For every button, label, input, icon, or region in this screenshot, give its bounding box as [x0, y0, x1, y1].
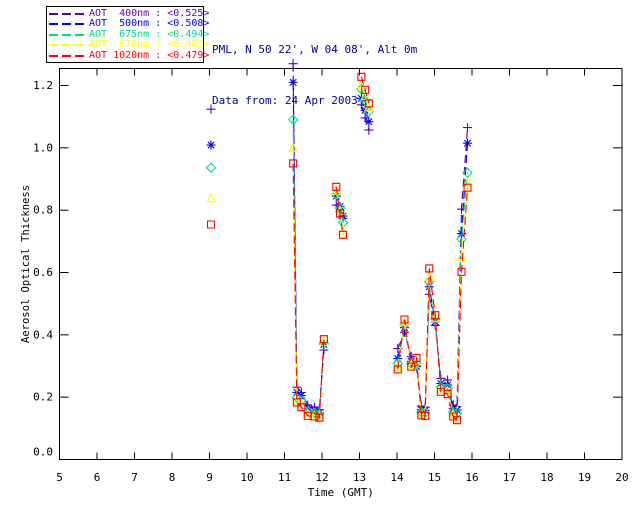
y-tick-label: 0.0	[33, 446, 53, 459]
legend-dash-line-1020nm	[49, 54, 85, 57]
x-tick-label: 14	[390, 471, 404, 484]
legend-entry-500nm: AOT 500nm : <0.508>	[47, 19, 209, 29]
series-line-AOT-870nm	[292, 147, 325, 417]
legend-dash-line-500nm	[49, 23, 85, 25]
x-tick-label: 8	[169, 471, 176, 484]
x-tick-label: 12	[315, 471, 328, 484]
x-tick-label: 16	[465, 471, 478, 484]
y-tick-label: 0.6	[33, 266, 53, 279]
legend-key-marker-AOT-1020nm	[206, 220, 216, 229]
y-tick-label: 1.2	[33, 79, 53, 92]
x-tick-label: 20	[615, 471, 628, 484]
x-tick-label: 15	[428, 471, 441, 484]
legend-entry-1020nm: AOT 1020nm : <0.479>	[47, 50, 209, 61]
y-tick-label: 0.2	[33, 391, 53, 404]
legend-label: AOT 500nm : <0.508>	[89, 18, 210, 29]
legend-label: AOT 400nm : <0.525>	[89, 7, 210, 19]
legend-entry-675nm: AOT 675nm : <0.494>	[47, 29, 209, 40]
series-line-AOT-675nm	[292, 119, 325, 416]
legend-label: AOT 870nm : <0.483>	[89, 39, 210, 50]
x-tick-label: 13	[353, 471, 366, 484]
y-axis-title: Aerosol Optical Thickness	[20, 185, 32, 343]
x-tick-label: 5	[56, 471, 63, 484]
legend-label: AOT 1020nm : <0.479>	[89, 49, 210, 61]
series-line-AOT-1020nm	[292, 163, 325, 419]
legend-entry-870nm: AOT 870nm : <0.483>	[47, 40, 209, 50]
y-tick-label: 0.8	[33, 204, 53, 217]
station-location-text: PML, N 50 22', W 04 08', Alt 0m	[212, 43, 418, 56]
x-tick-label: 10	[240, 471, 253, 484]
station-header: PML, N 50 22', W 04 08', Alt 0m Data fro…	[212, 7, 417, 143]
x-tick-label: 11	[278, 471, 291, 484]
legend-key-marker-AOT-870nm	[206, 192, 216, 203]
x-tick-label: 19	[578, 471, 591, 484]
legend-key-marker-AOT-675nm	[205, 162, 217, 174]
x-axis-title: Time (GMT)	[308, 486, 374, 499]
x-tick-label: 9	[206, 471, 213, 484]
legend-label: AOT 675nm : <0.494>	[89, 28, 210, 40]
legend-dash-line-870nm	[49, 44, 85, 46]
legend-dash-line-675nm	[49, 33, 85, 36]
marker-AOT-500nm	[463, 138, 472, 148]
legend-dash-line-400nm	[49, 12, 85, 15]
y-tick-label: 1.0	[33, 141, 53, 154]
marker-AOT-400nm	[463, 123, 472, 133]
data-date-text: Data from: 24 Apr 2003	[212, 94, 358, 107]
aot-plot-page: 5 6 7 8 9 10 11 12 13 14 15 16 17 18 19 20 0.0 0.2 0.4 0.6 0…	[0, 0, 640, 512]
x-tick-label: 18	[540, 471, 553, 484]
legend-entry-400nm: AOT 400nm : <0.525>	[47, 8, 209, 19]
x-tick-label: 7	[131, 471, 138, 484]
x-tick-label: 17	[503, 471, 516, 484]
legend-box: AOT 400nm : <0.525> AOT 500nm : <0.508> AO…	[46, 6, 209, 63]
y-tick-label: 0.4	[33, 328, 53, 341]
x-tick-label: 6	[94, 471, 101, 484]
